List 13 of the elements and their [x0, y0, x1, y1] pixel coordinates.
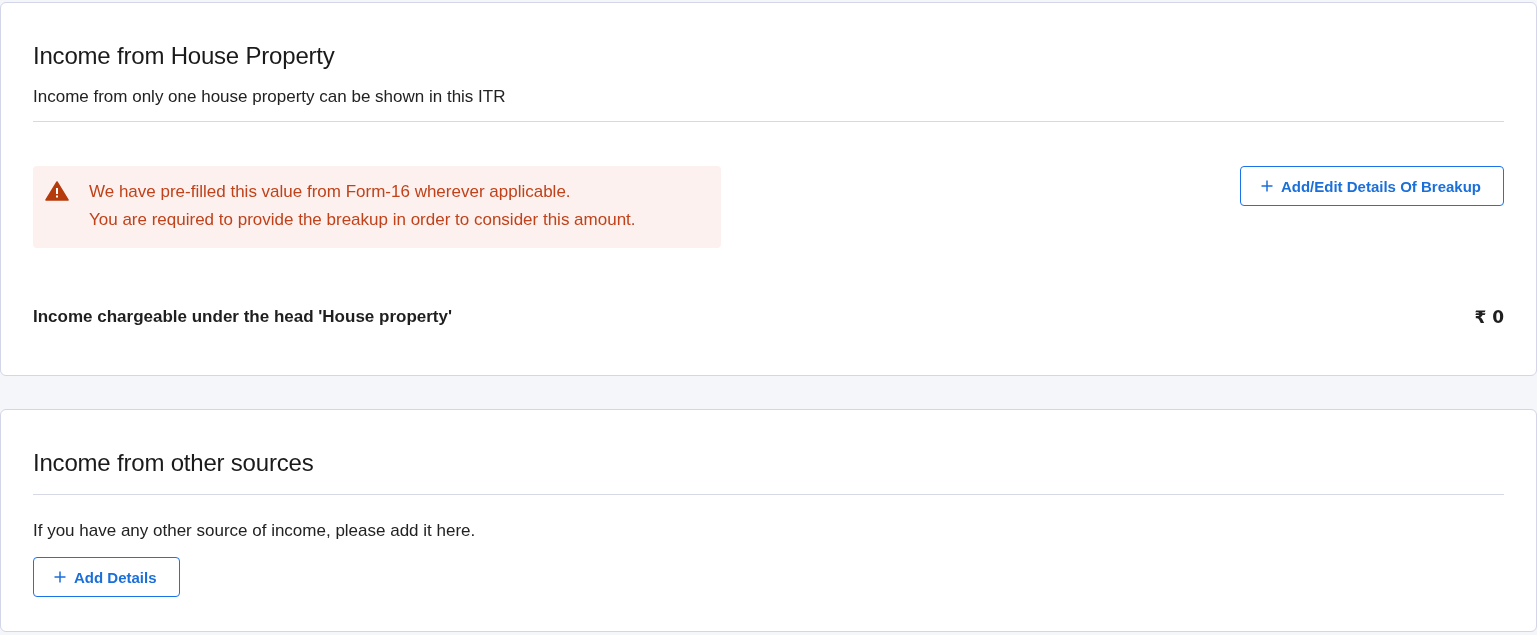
summary-amount: ₹ 0 [1474, 306, 1504, 329]
plus-icon [54, 571, 66, 583]
section-title: Income from other sources [33, 448, 315, 478]
add-details-button[interactable]: Add/Edit Details Of Breakup [1239, 166, 1504, 206]
add-details-button[interactable]: Add Details [33, 557, 180, 597]
summary-label: Income chargeable under the head 'House property' [33, 306, 452, 328]
plus-icon [1260, 180, 1273, 192]
alert-message: You are required to provide the breakup in order to consider this amount. [89, 209, 636, 231]
section-description: If you have any other source of income, please add it here. [33, 520, 477, 542]
section-subtitle: Income from only one house property can be shown in this ITR [33, 86, 507, 108]
alert-message: We have pre-filled this value from Form-16 wherever applicable. [89, 181, 572, 203]
warning-icon [45, 181, 69, 201]
section-title: Income from House Property [33, 41, 336, 71]
